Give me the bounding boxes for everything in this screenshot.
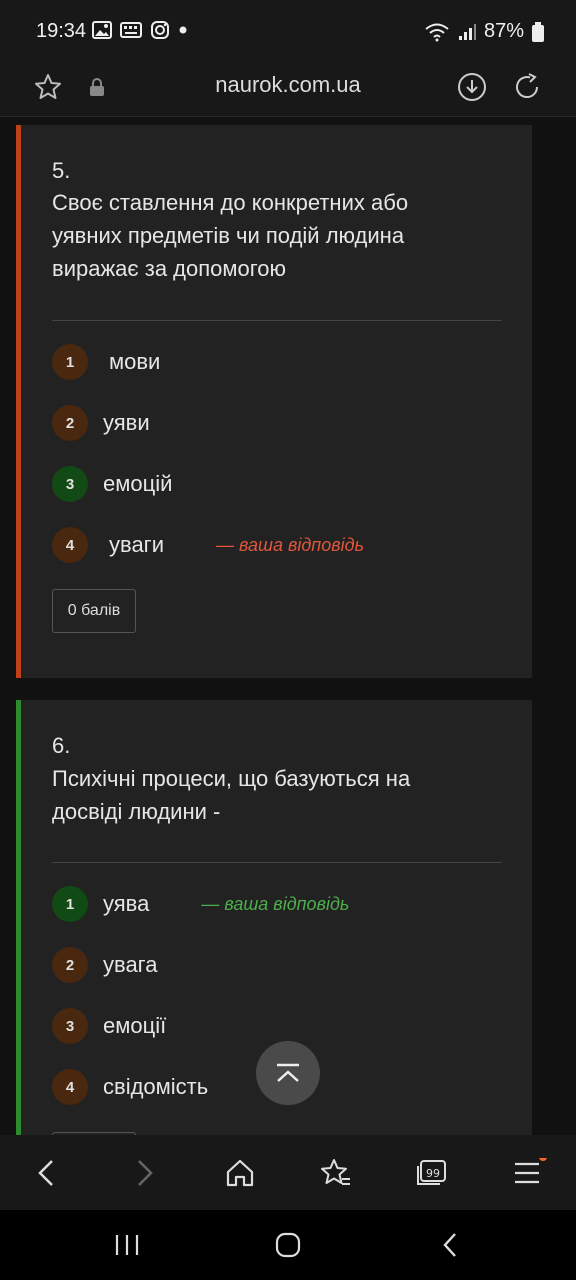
answer-option: 3 емоції bbox=[52, 1008, 166, 1044]
option-number-badge: 2 bbox=[52, 405, 88, 441]
menu-icon bbox=[515, 1158, 547, 1184]
scroll-to-top-button[interactable] bbox=[256, 1041, 320, 1105]
reload-button[interactable] bbox=[510, 70, 544, 104]
tabs-button[interactable]: 99 bbox=[412, 1155, 452, 1191]
keyboard-icon bbox=[120, 22, 142, 38]
divider bbox=[52, 862, 502, 863]
scroll-up-icon bbox=[277, 1063, 299, 1082]
more-notifications-dot-icon bbox=[179, 26, 187, 34]
option-number-badge: 1 bbox=[52, 344, 88, 380]
system-back-icon bbox=[443, 1233, 456, 1257]
status-right: 87% bbox=[424, 20, 544, 43]
option-label: уваги bbox=[109, 532, 164, 557]
bookmarks-button[interactable] bbox=[316, 1155, 356, 1191]
status-bar: 19:34 87% bbox=[0, 0, 576, 62]
status-time: 19:34 bbox=[36, 20, 87, 42]
option-label: емоції bbox=[103, 1013, 167, 1038]
question-card: 5. Своє ставлення до конкретних або уявн… bbox=[16, 125, 532, 678]
system-navigation-bar bbox=[0, 1210, 576, 1280]
option-label: уяви bbox=[103, 410, 150, 435]
answer-option-correct: 3 емоцій bbox=[52, 466, 172, 502]
option-number-badge: 3 bbox=[52, 466, 88, 502]
back-button[interactable] bbox=[26, 1155, 66, 1191]
question-text: Психічні процеси, що базуються на досвід… bbox=[52, 766, 411, 824]
correct-answer-indicator bbox=[16, 700, 21, 1135]
battery-percent: 87% bbox=[483, 20, 524, 42]
option-label: уява bbox=[103, 891, 150, 916]
answer-option: 4 свідомість bbox=[52, 1069, 208, 1105]
wrong-answer-indicator bbox=[16, 125, 21, 678]
chevron-left-icon bbox=[38, 1160, 53, 1186]
tabs-icon: 99 bbox=[417, 1160, 446, 1185]
option-label: емоцій bbox=[103, 471, 173, 496]
home-icon bbox=[226, 1159, 254, 1187]
answer-option-selected: 4 уваги — ваша відповідь bbox=[52, 527, 364, 563]
battery-icon bbox=[532, 21, 544, 42]
answer-option: 2 увага bbox=[52, 947, 157, 983]
answer-option-selected: 1 уява — ваша відповідь bbox=[52, 886, 349, 922]
browser-bottom-toolbar: 99 bbox=[0, 1135, 576, 1210]
recent-apps-icon bbox=[115, 1235, 139, 1255]
your-answer-label: — ваша відповідь bbox=[216, 534, 365, 555]
option-label: свідомість bbox=[103, 1074, 209, 1099]
browser-url-bar: naurok.com.ua bbox=[0, 62, 576, 117]
question-number: 6. bbox=[52, 733, 71, 758]
question-text: Своє ставлення до конкретних або уявних … bbox=[52, 190, 409, 281]
download-icon bbox=[458, 73, 486, 101]
signal-icon bbox=[458, 23, 476, 40]
download-button[interactable] bbox=[455, 70, 489, 104]
url-text[interactable]: naurok.com.ua bbox=[0, 72, 576, 98]
option-number-badge: 4 bbox=[52, 527, 88, 563]
quiz-results-content[interactable]: 5. Своє ставлення до конкретних або уявн… bbox=[0, 117, 576, 1135]
question-number: 5. bbox=[52, 158, 71, 183]
forward-button[interactable] bbox=[125, 1155, 165, 1191]
reload-icon bbox=[516, 73, 539, 99]
system-back-button[interactable] bbox=[430, 1228, 470, 1262]
bookmarks-star-icon bbox=[321, 1159, 350, 1185]
chevron-right-icon bbox=[138, 1160, 153, 1186]
home-button[interactable] bbox=[220, 1155, 260, 1191]
option-number-badge: 2 bbox=[52, 947, 88, 983]
system-home-button[interactable] bbox=[268, 1228, 308, 1262]
answer-option: 1 мови bbox=[52, 344, 160, 380]
svg-text:99: 99 bbox=[426, 1167, 440, 1180]
your-answer-label: — ваша відповідь bbox=[201, 893, 350, 914]
gallery-icon bbox=[92, 21, 112, 39]
divider bbox=[52, 320, 502, 321]
score-badge: 0 балів bbox=[52, 589, 136, 633]
option-number-badge: 1 bbox=[52, 886, 88, 922]
option-label: мови bbox=[109, 349, 161, 374]
instagram-icon bbox=[151, 21, 169, 39]
option-number-badge: 4 bbox=[52, 1069, 88, 1105]
recent-apps-button[interactable] bbox=[107, 1228, 147, 1262]
option-number-badge: 3 bbox=[52, 1008, 88, 1044]
system-home-icon bbox=[275, 1232, 301, 1258]
menu-button[interactable] bbox=[508, 1155, 548, 1191]
option-label: увага bbox=[103, 952, 158, 977]
notification-icons bbox=[92, 20, 188, 40]
wifi-icon bbox=[425, 23, 449, 41]
answer-option: 2 уяви bbox=[52, 405, 150, 441]
